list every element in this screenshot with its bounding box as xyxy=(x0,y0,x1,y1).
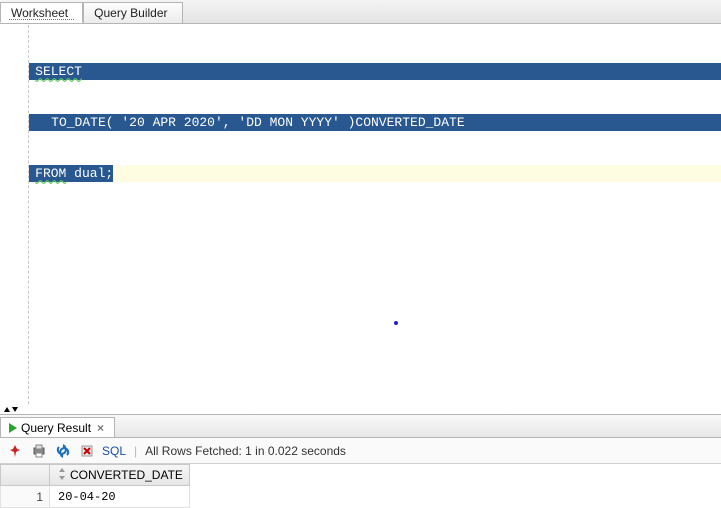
delete-icon[interactable] xyxy=(78,442,96,460)
code-keyword-select: SELECT xyxy=(35,64,82,79)
tab-worksheet[interactable]: Worksheet xyxy=(0,2,83,23)
result-grid: CONVERTED_DATE 1 20-04-20 xyxy=(0,464,721,508)
pane-splitter[interactable] xyxy=(0,404,721,414)
pin-icon[interactable] xyxy=(6,442,24,460)
editor-tabs: Worksheet Query Builder xyxy=(0,0,721,24)
code-keyword-from: FROM xyxy=(35,166,66,181)
sql-editor[interactable]: SELECT TO_DATE( '20 APR 2020', 'DD MON Y… xyxy=(29,25,721,404)
column-header-label: CONVERTED_DATE xyxy=(70,468,183,482)
table-row[interactable]: 1 20-04-20 xyxy=(0,486,721,508)
result-tabs: Query Result × xyxy=(0,414,721,438)
tab-query-builder[interactable]: Query Builder xyxy=(83,2,182,23)
editor-gutter xyxy=(0,25,29,404)
sort-icon xyxy=(58,468,66,483)
sql-button[interactable]: SQL xyxy=(102,444,126,458)
fetch-status: All Rows Fetched: 1 in 0.022 seconds xyxy=(145,444,346,458)
splitter-arrows-icon xyxy=(2,404,22,414)
tab-query-result-label: Query Result xyxy=(21,421,91,435)
caret-indicator xyxy=(394,321,398,325)
code-line-2: TO_DATE( '20 APR 2020', 'DD MON YYYY' )C… xyxy=(51,115,464,130)
code-line-3-rest: dual; xyxy=(66,166,113,181)
refresh-icon[interactable] xyxy=(54,442,72,460)
editor-area: SELECT TO_DATE( '20 APR 2020', 'DD MON Y… xyxy=(0,24,721,404)
close-icon[interactable]: × xyxy=(95,421,106,435)
data-cell: 20-04-20 xyxy=(50,486,190,508)
toolbar-divider: | xyxy=(132,444,139,458)
tab-worksheet-label: Worksheet xyxy=(11,6,68,20)
play-icon xyxy=(9,423,17,433)
tab-query-builder-label: Query Builder xyxy=(94,6,167,20)
grid-header-row: CONVERTED_DATE xyxy=(0,464,721,486)
rownum-header[interactable] xyxy=(0,464,50,486)
tab-query-result[interactable]: Query Result × xyxy=(0,417,115,437)
column-header[interactable]: CONVERTED_DATE xyxy=(50,464,190,486)
print-icon[interactable] xyxy=(30,442,48,460)
rownum-cell: 1 xyxy=(0,486,50,508)
result-toolbar: SQL | All Rows Fetched: 1 in 0.022 secon… xyxy=(0,438,721,464)
